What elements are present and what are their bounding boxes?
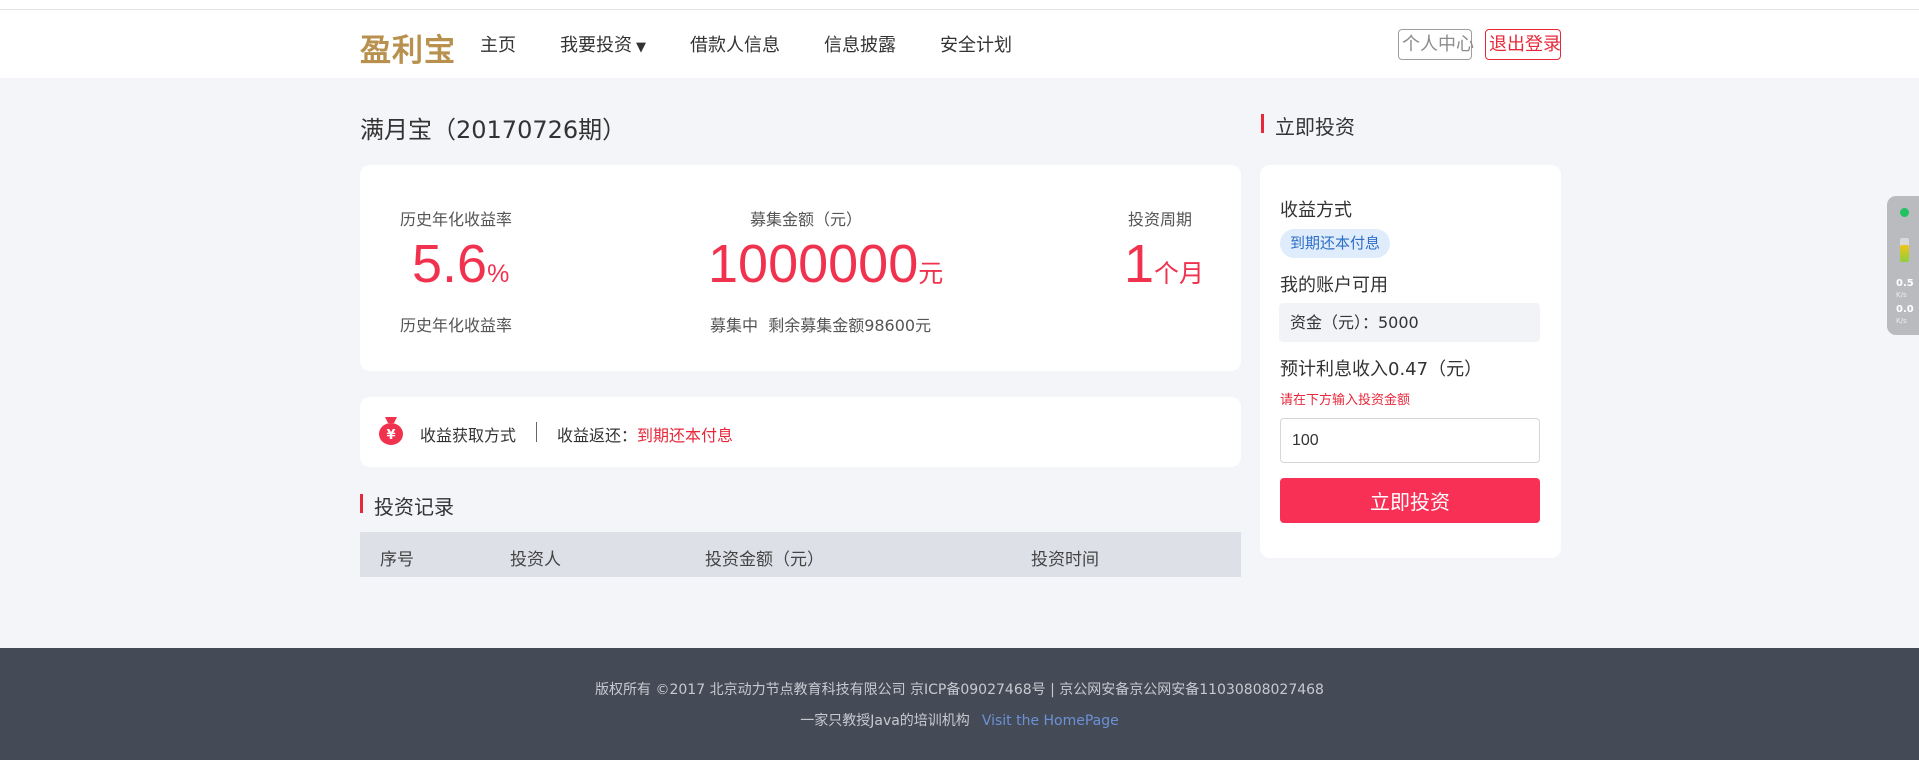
income-return-label: 收益返还： [557,426,638,445]
footer-tagline-line: 一家只教授Java的培训机构 Visit the HomePage [0,710,1919,730]
status-dot-icon [1900,208,1909,217]
raise-unit: 元 [918,260,944,288]
homepage-link[interactable]: Visit the HomePage [982,713,1119,729]
logout-button[interactable]: 退出登录 [1485,29,1561,60]
footer: 版权所有 ©2017 北京动力节点教育科技有限公司 京ICP备09027468号… [0,648,1919,760]
rate-value-group: 5.6% [412,233,509,295]
product-stats-card: 历史年化收益率 5.6% 历史年化收益率 募集金额（元） 1000000元 募集… [360,165,1241,371]
income-method-bar: ¥ 收益获取方式 收益返还：到期还本付息 [360,397,1241,467]
invest-amount-input[interactable] [1280,418,1540,463]
vertical-divider [536,422,537,442]
expected-interest: 预计利息收入0.47（元） [1280,359,1483,380]
nav-item-home[interactable]: 主页 [480,31,516,57]
account-available-label: 我的账户可用 [1280,275,1388,296]
load-meter [1900,238,1909,262]
available-funds: 资金（元）：5000 [1279,303,1540,342]
raise-status: 募集中 [710,316,759,335]
income-return-value: 到期还本付息 [637,426,734,445]
footer-copyright: 版权所有 ©2017 北京动力节点教育科技有限公司 京ICP备09027468号… [595,682,1324,698]
nav-item-borrower-info[interactable]: 借款人信息 [690,31,780,57]
income-method-badge: 到期还本付息 [1280,229,1391,258]
raise-value-group: 1000000元 [708,233,943,295]
nav-item-invest[interactable]: 我要投资 ▼ [560,31,646,57]
caret-down-icon: ▼ [636,40,646,55]
header: 盈利宝 主页 我要投资 ▼ 借款人信息 信息披露 安全计划 个人中心 退出登录 [0,10,1919,78]
income-method-label: 收益获取方式 [420,426,517,445]
records-table-header: 序号 投资人 投资金额（元） 投资时间 [360,532,1241,577]
nav-item-security-plan[interactable]: 安全计划 [940,31,1012,57]
invest-now-title: 立即投资 [1261,111,1355,140]
raise-value: 1000000 [708,234,919,294]
footer-tagline: 一家只教授Java的培训机构 [800,713,970,729]
upload-speed: 0.5 [1896,278,1914,289]
rate-label-bottom: 历史年化收益率 [400,316,513,335]
user-center-button[interactable]: 个人中心 [1398,29,1474,60]
network-speed-widget[interactable]: 0.5 K/s 0.0 K/s [1887,196,1919,335]
period-unit: 个月 [1154,260,1205,288]
column-header-time: 投资时间 [1031,550,1099,570]
nav-item-invest-label: 我要投资 [560,35,632,56]
top-strip [0,0,1919,10]
raise-remaining: 剩余募集金额98600元 [768,316,932,335]
column-header-investor: 投资人 [510,550,561,570]
income-method-side-label: 收益方式 [1280,200,1352,221]
rate-value: 5.6 [412,234,488,294]
money-bag-icon: ¥ [378,415,404,445]
column-header-amount: 投资金额（元） [705,550,824,570]
upload-unit: K/s [1896,291,1907,299]
invest-now-button[interactable]: 立即投资 [1280,478,1540,523]
product-title: 满月宝（20170726期） [360,116,627,144]
svg-text:¥: ¥ [386,428,395,443]
column-header-index: 序号 [380,550,414,570]
period-value: 1 [1124,234,1155,294]
download-speed: 0.0 [1896,304,1914,315]
period-label-top: 投资周期 [1128,210,1193,229]
logo[interactable]: 盈利宝 [360,25,456,70]
rate-unit: % [487,260,510,288]
amount-hint: 请在下方输入投资金额 [1280,393,1411,408]
nav-item-disclosure[interactable]: 信息披露 [824,31,896,57]
period-value-group: 1个月 [1124,233,1204,295]
raise-label-top: 募集金额（元） [750,210,863,229]
income-return-line: 收益返还：到期还本付息 [557,422,733,446]
rate-label-top: 历史年化收益率 [400,210,513,229]
load-meter-fill [1900,245,1909,262]
investment-records-title: 投资记录 [360,491,454,520]
raise-status-line: 募集中 剩余募集金额98600元 [710,312,931,336]
main-nav: 主页 我要投资 ▼ 借款人信息 信息披露 安全计划 [480,10,1056,78]
download-unit: K/s [1896,317,1907,325]
